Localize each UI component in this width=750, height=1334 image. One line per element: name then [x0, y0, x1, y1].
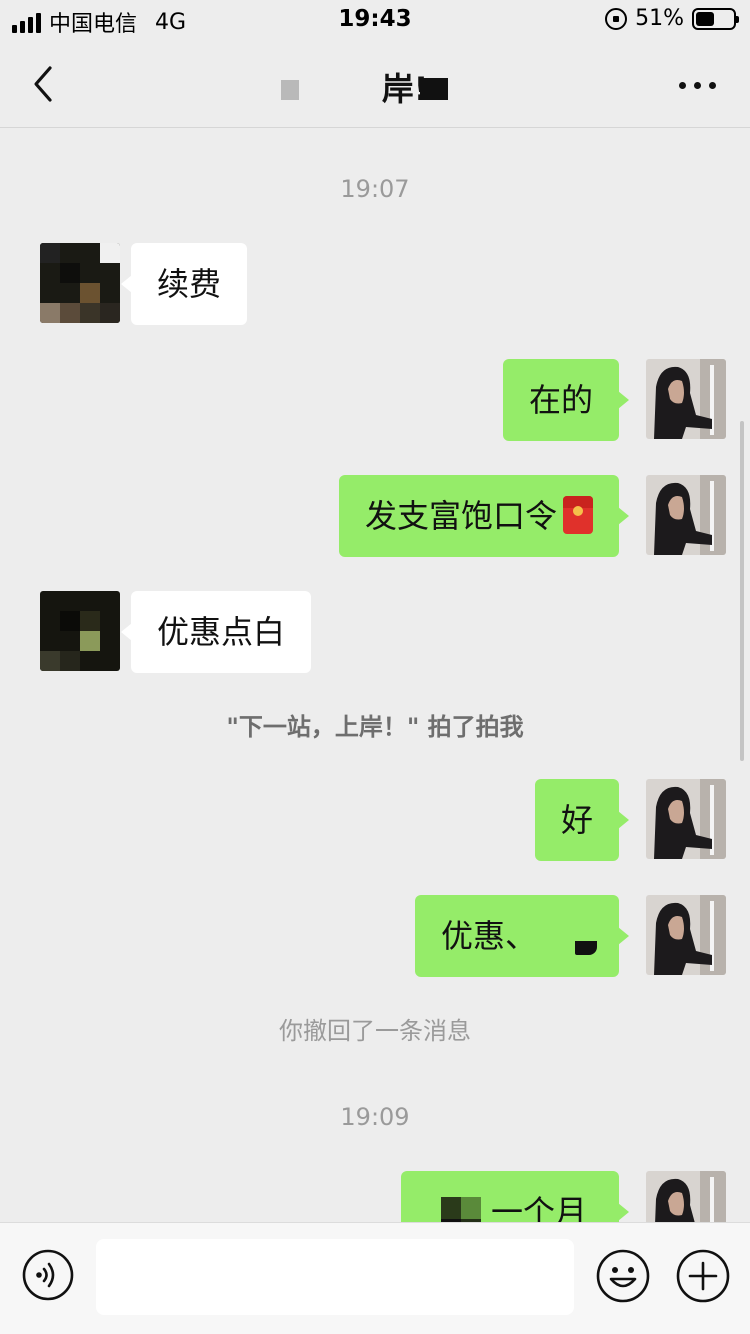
- recall-notice: 你撤回了一条消息: [279, 1017, 471, 1045]
- message-text: 发支富饱口令: [364, 497, 557, 535]
- my-avatar[interactable]: [646, 1171, 726, 1222]
- chat-title: 岸!: [0, 64, 750, 110]
- input-bar: [0, 1222, 750, 1334]
- battery-percent: 51%: [635, 6, 684, 31]
- redaction: [461, 1197, 481, 1219]
- contact-avatar[interactable]: [40, 243, 120, 323]
- plus-button[interactable]: [676, 1249, 730, 1303]
- status-right: 51%: [605, 6, 739, 31]
- chat-area[interactable]: 19:07 续费 在的 发支富饱口令 优惠点白 "下一站，上岸！" 拍了拍我 好…: [0, 129, 750, 1222]
- message-bubble-outgoing[interactable]: 发支富饱口令: [338, 475, 630, 557]
- plus-icon: [676, 1249, 730, 1303]
- nav-bar: 岸!: [0, 42, 750, 128]
- emoji-button[interactable]: [596, 1249, 650, 1303]
- red-envelope-icon: [563, 496, 593, 534]
- message-input[interactable]: [96, 1239, 574, 1315]
- redaction: [575, 941, 597, 955]
- redaction: [441, 1197, 461, 1219]
- my-avatar[interactable]: [646, 359, 726, 439]
- title-redaction: [420, 78, 448, 100]
- my-avatar[interactable]: [646, 475, 726, 555]
- title-redaction: [281, 80, 299, 100]
- rotation-lock-icon: [605, 7, 628, 30]
- battery-icon: [692, 7, 739, 30]
- voice-icon: [22, 1249, 74, 1301]
- timestamp: 19:07: [340, 175, 410, 203]
- contact-avatar[interactable]: [40, 591, 120, 671]
- message-bubble-outgoing[interactable]: 好: [534, 779, 630, 861]
- message-bubble-incoming[interactable]: 优惠点白: [120, 591, 312, 673]
- status-bar: 中国电信 4G 19:43 51%: [0, 0, 750, 42]
- emoji-icon: [596, 1249, 650, 1303]
- message-bubble-outgoing[interactable]: 优惠、: [415, 895, 629, 977]
- more-icon: [679, 82, 686, 89]
- my-avatar[interactable]: [646, 895, 726, 975]
- chat-scrollbar[interactable]: [740, 421, 744, 761]
- message-bubble-outgoing[interactable]: 一个月: [401, 1171, 629, 1222]
- message-bubble-incoming[interactable]: 续费: [120, 243, 248, 325]
- message-text: 优惠、: [441, 917, 538, 955]
- message-text: 一个月: [491, 1193, 588, 1222]
- my-avatar[interactable]: [646, 779, 726, 859]
- voice-button[interactable]: [22, 1249, 74, 1301]
- timestamp: 19:09: [340, 1103, 410, 1131]
- more-button[interactable]: [679, 82, 716, 89]
- pat-notice: "下一站，上岸！" 拍了拍我: [226, 713, 524, 741]
- message-bubble-outgoing[interactable]: 在的: [502, 359, 630, 441]
